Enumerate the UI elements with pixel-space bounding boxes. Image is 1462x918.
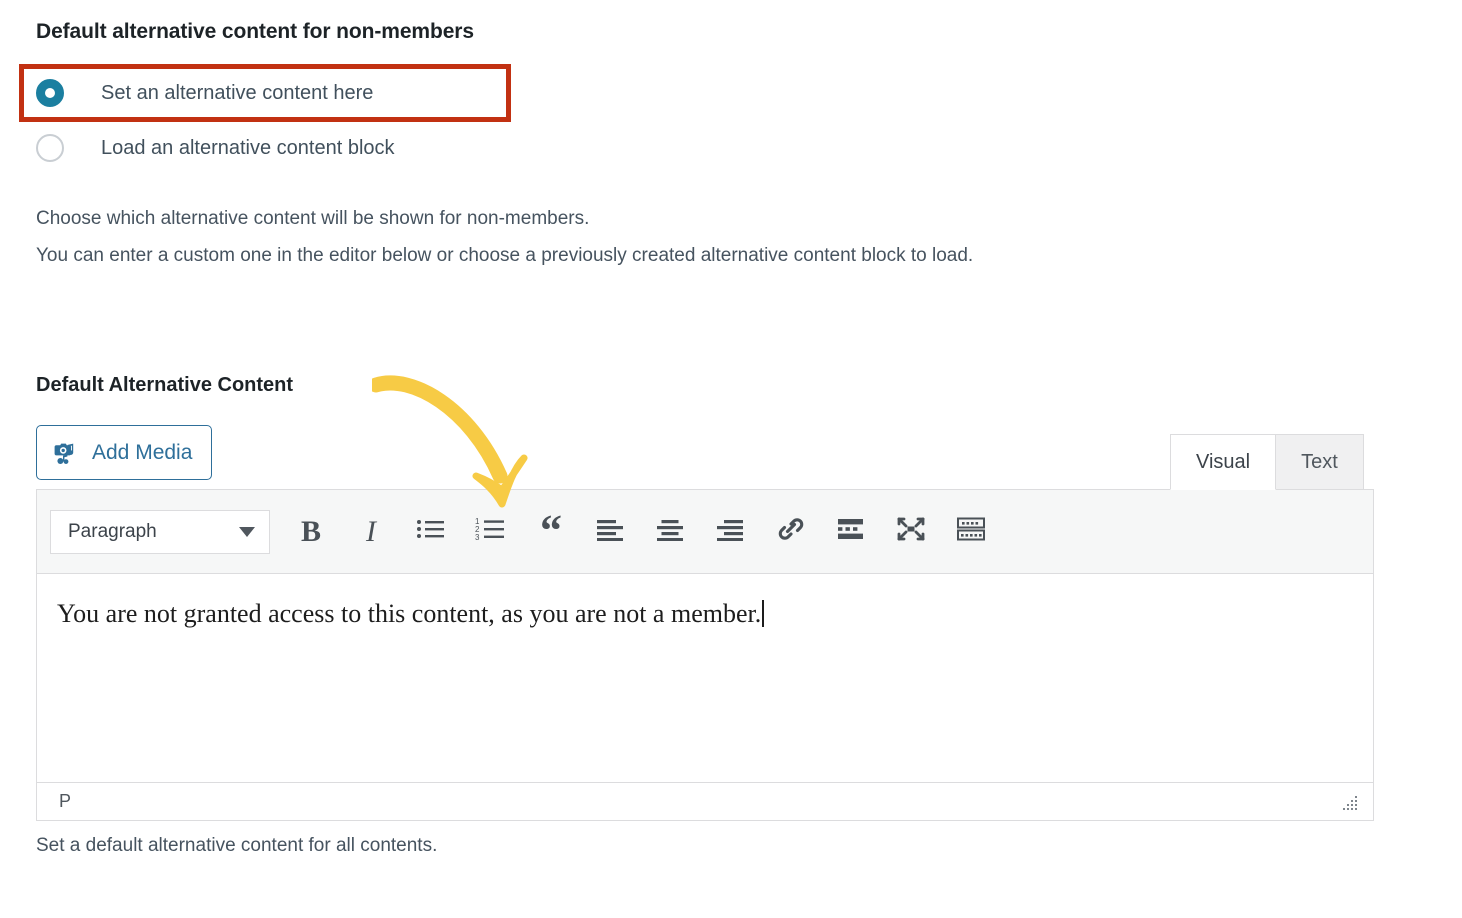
- link-icon: [776, 515, 806, 548]
- insert-link-button[interactable]: [768, 509, 814, 555]
- radio-option-load-alternative-content-block[interactable]: Load an alternative content block: [36, 122, 1036, 174]
- field-description: Choose which alternative content will be…: [36, 200, 1336, 274]
- bold-icon: B: [300, 514, 321, 548]
- align-right-button[interactable]: [708, 509, 754, 555]
- numbered-list-icon: 1 2 3: [475, 517, 507, 546]
- media-camera-music-icon: [53, 440, 79, 466]
- radio-option-label: Load an alternative content block: [101, 136, 395, 159]
- text-cursor: [762, 600, 765, 627]
- fullscreen-button[interactable]: [888, 509, 934, 555]
- bold-button[interactable]: B: [288, 509, 334, 555]
- blockquote-icon: “: [540, 506, 562, 556]
- keyboard-shortcuts-button[interactable]: [948, 509, 994, 555]
- description-line-2: You can enter a custom one in the editor…: [36, 245, 974, 266]
- insert-read-more-button[interactable]: [828, 509, 874, 555]
- field-help-text: Set a default alternative content for al…: [36, 835, 438, 856]
- editor-content-area[interactable]: You are not granted access to this conte…: [37, 574, 1373, 782]
- read-more-icon: [836, 517, 866, 546]
- italic-icon: I: [366, 514, 376, 548]
- add-media-button[interactable]: Add Media: [36, 425, 213, 480]
- editor-mode-tabs: Visual Text: [1170, 434, 1364, 490]
- italic-button[interactable]: I: [348, 509, 394, 555]
- alternative-content-radio-group: Set an alternative content here Load an …: [19, 64, 1036, 174]
- editor-paragraph: You are not granted access to this conte…: [57, 596, 1353, 631]
- editor-status-bar: P: [37, 782, 1373, 820]
- default-alternative-content-label: Default Alternative Content: [36, 374, 294, 396]
- chevron-down-icon: [239, 526, 255, 537]
- wysiwyg-editor: Paragraph B I 1 2 3 “ You are not grante…: [36, 489, 1374, 821]
- resize-grip-icon[interactable]: [1339, 792, 1359, 812]
- format-select-value: Paragraph: [68, 520, 157, 542]
- element-path: P: [59, 791, 72, 811]
- radio-button-unselected-icon[interactable]: [36, 134, 64, 162]
- description-line-1: Choose which alternative content will be…: [36, 208, 590, 229]
- svg-text:3: 3: [475, 533, 480, 541]
- page-title: Default alternative content for non-memb…: [36, 20, 474, 43]
- align-right-icon: [716, 517, 746, 546]
- editor-toolbar: Paragraph B I 1 2 3 “: [37, 490, 1373, 574]
- tab-text[interactable]: Text: [1276, 434, 1364, 490]
- align-left-icon: [596, 517, 626, 546]
- radio-option-set-alternative-content[interactable]: Set an alternative content here: [19, 64, 511, 122]
- paragraph-format-select[interactable]: Paragraph: [50, 509, 270, 554]
- add-media-label: Add Media: [92, 440, 193, 464]
- blockquote-button[interactable]: “: [528, 509, 574, 555]
- bulleted-list-button[interactable]: [408, 509, 454, 555]
- radio-option-label: Set an alternative content here: [101, 81, 374, 104]
- tab-visual[interactable]: Visual: [1170, 434, 1277, 490]
- bulleted-list-icon: [416, 517, 446, 546]
- align-center-button[interactable]: [648, 509, 694, 555]
- fullscreen-expand-icon: [896, 515, 926, 548]
- editor-paragraph-text: You are not granted access to this conte…: [57, 599, 762, 628]
- numbered-list-button[interactable]: 1 2 3: [468, 509, 514, 555]
- align-left-button[interactable]: [588, 509, 634, 555]
- radio-button-selected-icon[interactable]: [36, 79, 64, 107]
- align-center-icon: [656, 517, 686, 546]
- keyboard-icon: [956, 516, 986, 547]
